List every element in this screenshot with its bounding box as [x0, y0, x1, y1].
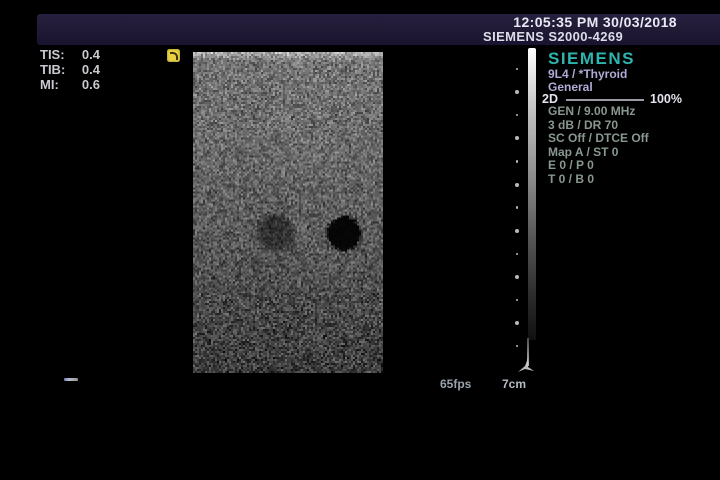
settings-line: T 0 / B 0: [548, 173, 649, 187]
ruler-tick-minor: [516, 160, 519, 163]
ruler-tick-major: [515, 321, 519, 325]
gain-line: [566, 99, 644, 101]
gain-value: 100%: [650, 92, 682, 106]
settings-line: Map A / ST 0: [548, 146, 649, 160]
tib-label: TIB:: [40, 62, 74, 77]
us-canvas: [193, 52, 383, 373]
ruler-tick-major: [515, 136, 519, 140]
probe-orientation-marker-icon: [167, 49, 180, 62]
settings-line: E 0 / P 0: [548, 159, 649, 173]
imaging-settings-list: GEN / 9.00 MHz3 dB / DR 70SC Off / DTCE …: [548, 105, 649, 187]
settings-line: SC Off / DTCE Off: [548, 132, 649, 146]
tib-row: TIB: 0.4: [40, 62, 100, 77]
tib-value: 0.4: [74, 62, 100, 77]
tis-label: TIS:: [40, 47, 74, 62]
ruler-tick-minor: [516, 206, 519, 209]
ruler-tick-major: [515, 90, 519, 94]
depth-ruler: [512, 52, 522, 373]
mi-value: 0.6: [74, 77, 100, 92]
tis-value: 0.4: [74, 47, 100, 62]
ultrasound-image[interactable]: [193, 52, 383, 373]
safety-index-panel: TIS: 0.4 TIB: 0.4 MI: 0.6: [40, 47, 100, 92]
ruler-tick-minor: [516, 299, 519, 302]
probe-preset-label: 9L4 / *Thyroid: [548, 67, 627, 81]
ruler-tick-minor: [516, 114, 519, 117]
mi-row: MI: 0.6: [40, 77, 100, 92]
tgc-slider-dash[interactable]: [64, 378, 78, 381]
mi-label: MI:: [40, 77, 74, 92]
focus-marker-icon[interactable]: [515, 356, 537, 376]
depth-label: 7cm: [502, 377, 526, 391]
siemens-logo: SIEMENS: [548, 49, 635, 69]
ultrasound-screen: { "header": { "datetime": "12:05:35 PM 3…: [0, 0, 720, 480]
settings-line: GEN / 9.00 MHz: [548, 105, 649, 119]
ruler-tick-minor: [516, 345, 519, 348]
grayscale-bar: [528, 48, 536, 340]
datetime-label: 12:05:35 PM 30/03/2018: [513, 14, 677, 30]
ruler-tick-major: [515, 183, 519, 187]
tis-row: TIS: 0.4: [40, 47, 100, 62]
ruler-tick-minor: [516, 68, 519, 71]
ruler-tick-minor: [516, 253, 519, 256]
settings-line: 3 dB / DR 70: [548, 119, 649, 133]
ruler-tick-major: [515, 229, 519, 233]
ruler-tick-major: [515, 275, 519, 279]
machine-model-label: SIEMENS S2000-4269: [483, 29, 623, 44]
frame-rate-label: 65fps: [440, 377, 471, 391]
